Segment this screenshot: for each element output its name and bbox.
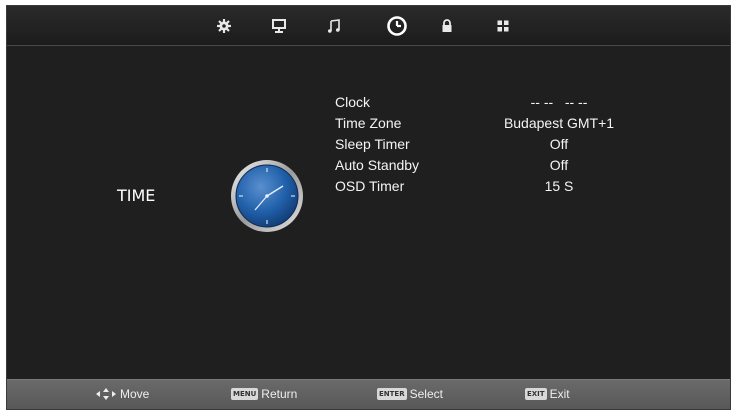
setting-row-clock[interactable]: Clock -- -- -- -- bbox=[335, 94, 635, 115]
clock-icon bbox=[387, 16, 407, 36]
tv-osd-menu: TIME Clock -- -- -- -- Time Zone Budapes… bbox=[6, 5, 731, 410]
setting-row-auto-standby[interactable]: Auto Standby Off bbox=[335, 157, 635, 178]
setting-value: 15 S bbox=[544, 178, 574, 194]
music-note-icon bbox=[328, 19, 340, 33]
grid-icon bbox=[497, 20, 509, 32]
setting-row-sleep-timer[interactable]: Sleep Timer Off bbox=[335, 136, 635, 157]
tab-lock[interactable] bbox=[435, 14, 459, 38]
section-title: TIME bbox=[117, 186, 156, 205]
hint-select-label: Select bbox=[409, 387, 443, 401]
gear-icon bbox=[217, 19, 231, 33]
enter-key-icon: ENTER bbox=[377, 388, 407, 400]
tab-options[interactable] bbox=[491, 14, 515, 38]
setting-label: Clock bbox=[335, 94, 371, 110]
menu-key-icon: MENU bbox=[231, 388, 259, 400]
setting-label: Time Zone bbox=[335, 115, 402, 131]
setting-label: Sleep Timer bbox=[335, 136, 410, 152]
tab-display[interactable] bbox=[267, 14, 291, 38]
setting-value: Budapest GMT+1 bbox=[503, 115, 615, 131]
key-hint-bar: Move MENU Return ENTER Select EXIT Exit bbox=[7, 379, 730, 409]
hint-exit: EXIT Exit bbox=[525, 387, 570, 401]
hint-move-label: Move bbox=[120, 387, 150, 401]
tab-sound[interactable] bbox=[322, 14, 346, 38]
setting-value: Off bbox=[549, 157, 569, 173]
hint-select: ENTER Select bbox=[377, 387, 443, 401]
setting-row-osd-timer[interactable]: OSD Timer 15 S bbox=[335, 178, 635, 199]
hint-return-label: Return bbox=[261, 387, 298, 401]
time-settings-list: Clock -- -- -- -- Time Zone Budapest GMT… bbox=[335, 94, 635, 199]
hint-return: MENU Return bbox=[231, 387, 297, 401]
setting-value: -- -- -- -- bbox=[530, 94, 588, 110]
arrows-icon bbox=[96, 388, 116, 400]
tab-picture-settings[interactable] bbox=[212, 14, 236, 38]
menu-tab-bar bbox=[7, 6, 730, 46]
exit-key-icon: EXIT bbox=[525, 388, 547, 400]
setting-label: Auto Standby bbox=[335, 157, 420, 173]
hint-move: Move bbox=[95, 387, 149, 401]
setting-row-time-zone[interactable]: Time Zone Budapest GMT+1 bbox=[335, 115, 635, 136]
lock-icon bbox=[442, 19, 452, 32]
setting-label: OSD Timer bbox=[335, 178, 405, 194]
monitor-icon bbox=[272, 19, 286, 33]
setting-value: Off bbox=[549, 136, 569, 152]
hint-exit-label: Exit bbox=[549, 387, 570, 401]
tab-time[interactable] bbox=[383, 12, 411, 40]
analog-clock-icon bbox=[231, 160, 303, 232]
